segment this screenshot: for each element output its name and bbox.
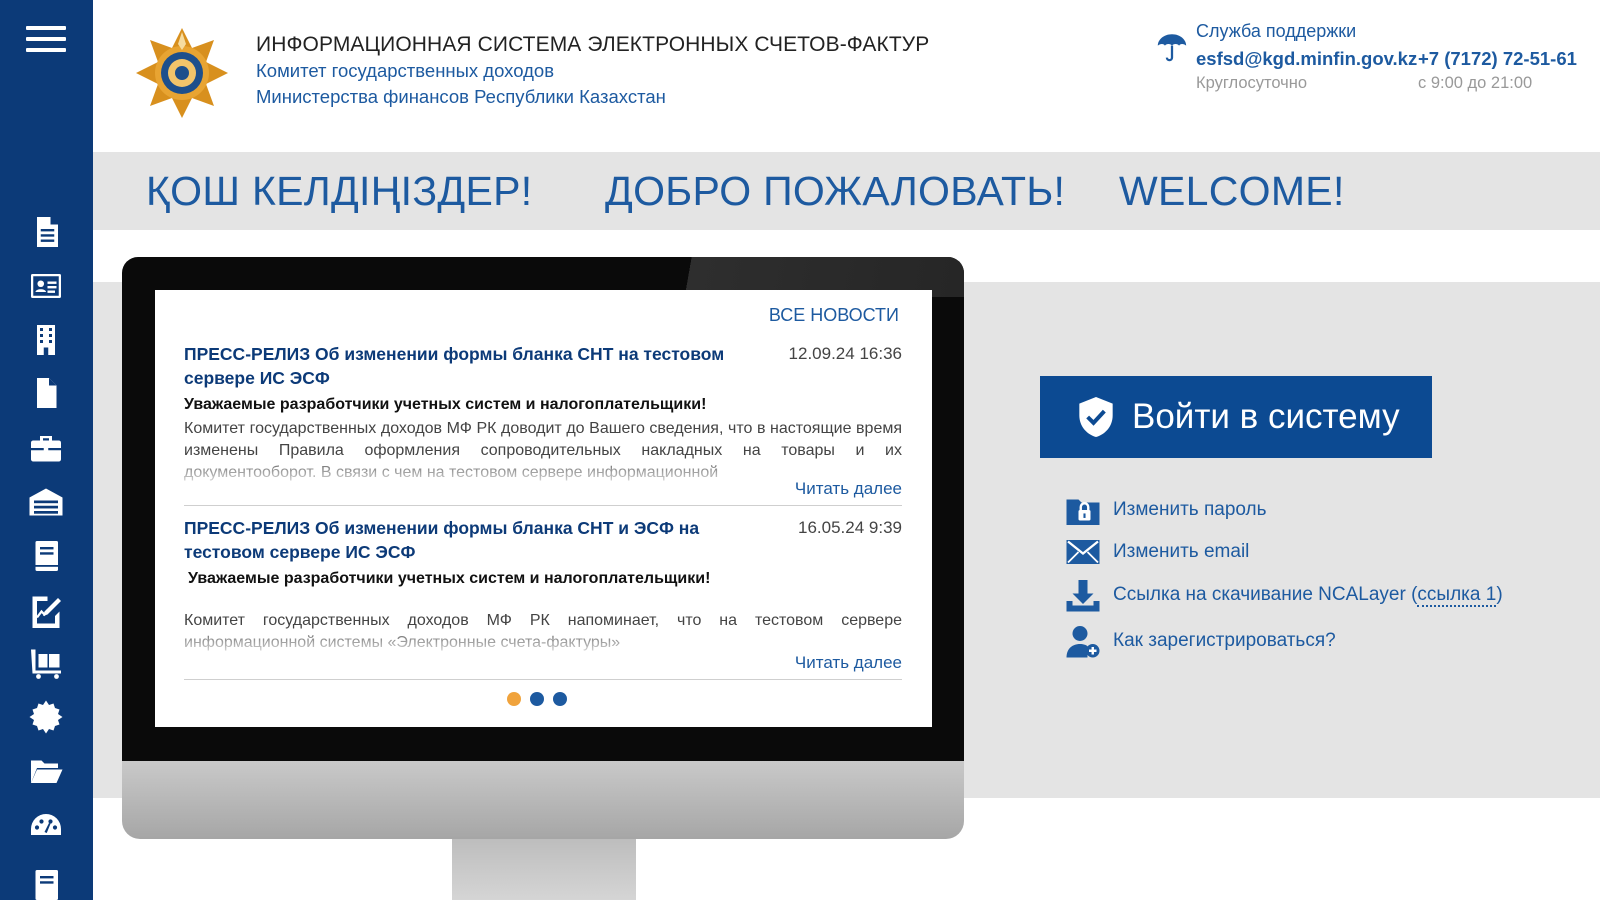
user-add-icon [1066,626,1100,658]
password-folder-icon [1066,499,1100,525]
envelope-icon [1066,540,1100,564]
carousel-dot[interactable] [507,692,521,706]
download-icon [1066,580,1100,612]
folder-icon[interactable] [24,751,68,791]
ncalayer-download-row: Ссылка на скачивание NCALayer (ссылка 1) [1065,577,1503,613]
ministry-name: Министерства финансов Республики Казахст… [256,86,666,107]
welcome-kz: ҚОШ КЕЛДІҢІЗДЕР! [146,168,533,214]
change-email-label: Изменить email [1113,541,1250,562]
shield-icon [1079,397,1113,437]
read-more-link[interactable]: Читать далее [795,653,902,673]
welcome-en: WELCOME! [1119,168,1345,214]
welcome-ru: ДОБРО ПОЖАЛОВАТЬ! [605,168,1066,214]
news-panel: ВСЕ НОВОСТИ ПРЕСС-РЕЛИЗ Об изменении фор… [155,290,932,727]
ncalayer-link-1[interactable]: ссылка 1 [1417,584,1497,607]
login-button-label: Войти в систему [1132,397,1400,436]
news-divider [184,505,902,506]
file-icon[interactable] [24,373,68,413]
support-email-link[interactable]: esfsd@kgd.minfin.gov.kz [1196,48,1417,70]
change-password-link[interactable]: Изменить пароль [1065,492,1267,528]
id-card-icon[interactable] [24,266,68,306]
news-lead: Уважаемые разработчики учетных систем и … [188,570,711,587]
change-email-link[interactable]: Изменить email [1065,534,1249,570]
carousel-dots [507,692,567,706]
news-date: 16.05.24 9:39 [798,518,902,537]
change-password-label: Изменить пароль [1113,499,1267,520]
support-phone-link[interactable]: +7 (7172) 72-51-61 [1418,48,1577,70]
document-icon[interactable] [24,212,68,252]
sidebar [0,0,93,900]
briefcase-icon[interactable] [24,428,68,468]
gear-icon[interactable] [24,697,68,737]
system-title: ИНФОРМАЦИОННАЯ СИСТЕМА ЭЛЕКТРОННЫХ СЧЕТО… [256,33,930,56]
dashboard-icon[interactable] [24,806,68,846]
building-icon[interactable] [24,320,68,360]
news-monitor: ВСЕ НОВОСТИ ПРЕСС-РЕЛИЗ Об изменении фор… [122,257,964,839]
news-item: ПРЕСС-РЕЛИЗ Об изменении формы бланка СН… [184,342,902,506]
carousel-dot[interactable] [553,692,567,706]
warehouse-icon[interactable] [24,482,68,522]
news-date: 12.09.24 16:36 [788,344,902,363]
news-divider [184,679,902,680]
kgd-logo[interactable] [136,28,228,118]
how-to-register-label: Как зарегистрироваться? [1113,630,1336,651]
menu-icon[interactable] [26,26,66,56]
support-title: Служба поддержки [1196,21,1357,41]
list-icon[interactable] [24,862,68,902]
umbrella-icon [1155,30,1189,64]
support-email-hours: Круглосуточно [1196,74,1308,92]
header: ИНФОРМАЦИОННАЯ СИСТЕМА ЭЛЕКТРОННЫХ СЧЕТО… [93,0,1600,152]
news-lead: Уважаемые разработчики учетных систем и … [184,396,707,413]
welcome-bar: ҚОШ КЕЛДІҢІЗДЕР! ДОБРО ПОЖАЛОВАТЬ! WELCO… [93,152,1600,230]
how-to-register-link[interactable]: Как зарегистрироваться? [1065,623,1336,659]
all-news-link[interactable]: ВСЕ НОВОСТИ [769,305,899,326]
carousel-dot[interactable] [530,692,544,706]
committee-name: Комитет государственных доходов [256,60,555,81]
ncalayer-suffix: ) [1496,584,1503,605]
news-item: ПРЕСС-РЕЛИЗ Об изменении формы бланка СН… [184,516,902,680]
ncalayer-label: Ссылка на скачивание NCALayer ( [1113,584,1418,605]
read-more-link[interactable]: Читать далее [795,479,902,499]
login-button[interactable]: Войти в систему [1040,376,1432,458]
support-phone-hours: с 9:00 до 21:00 [1418,74,1533,92]
monitor-chin [122,761,964,839]
monitor-stand [452,839,636,900]
news-title-link[interactable]: ПРЕСС-РЕЛИЗ Об изменении формы бланка СН… [184,516,744,564]
signature-icon[interactable] [24,590,68,630]
cart-icon[interactable] [24,643,68,683]
book-icon[interactable] [24,536,68,576]
news-title-link[interactable]: ПРЕСС-РЕЛИЗ Об изменении формы бланка СН… [184,342,744,390]
monitor-frame: ВСЕ НОВОСТИ ПРЕСС-РЕЛИЗ Об изменении фор… [122,257,964,761]
